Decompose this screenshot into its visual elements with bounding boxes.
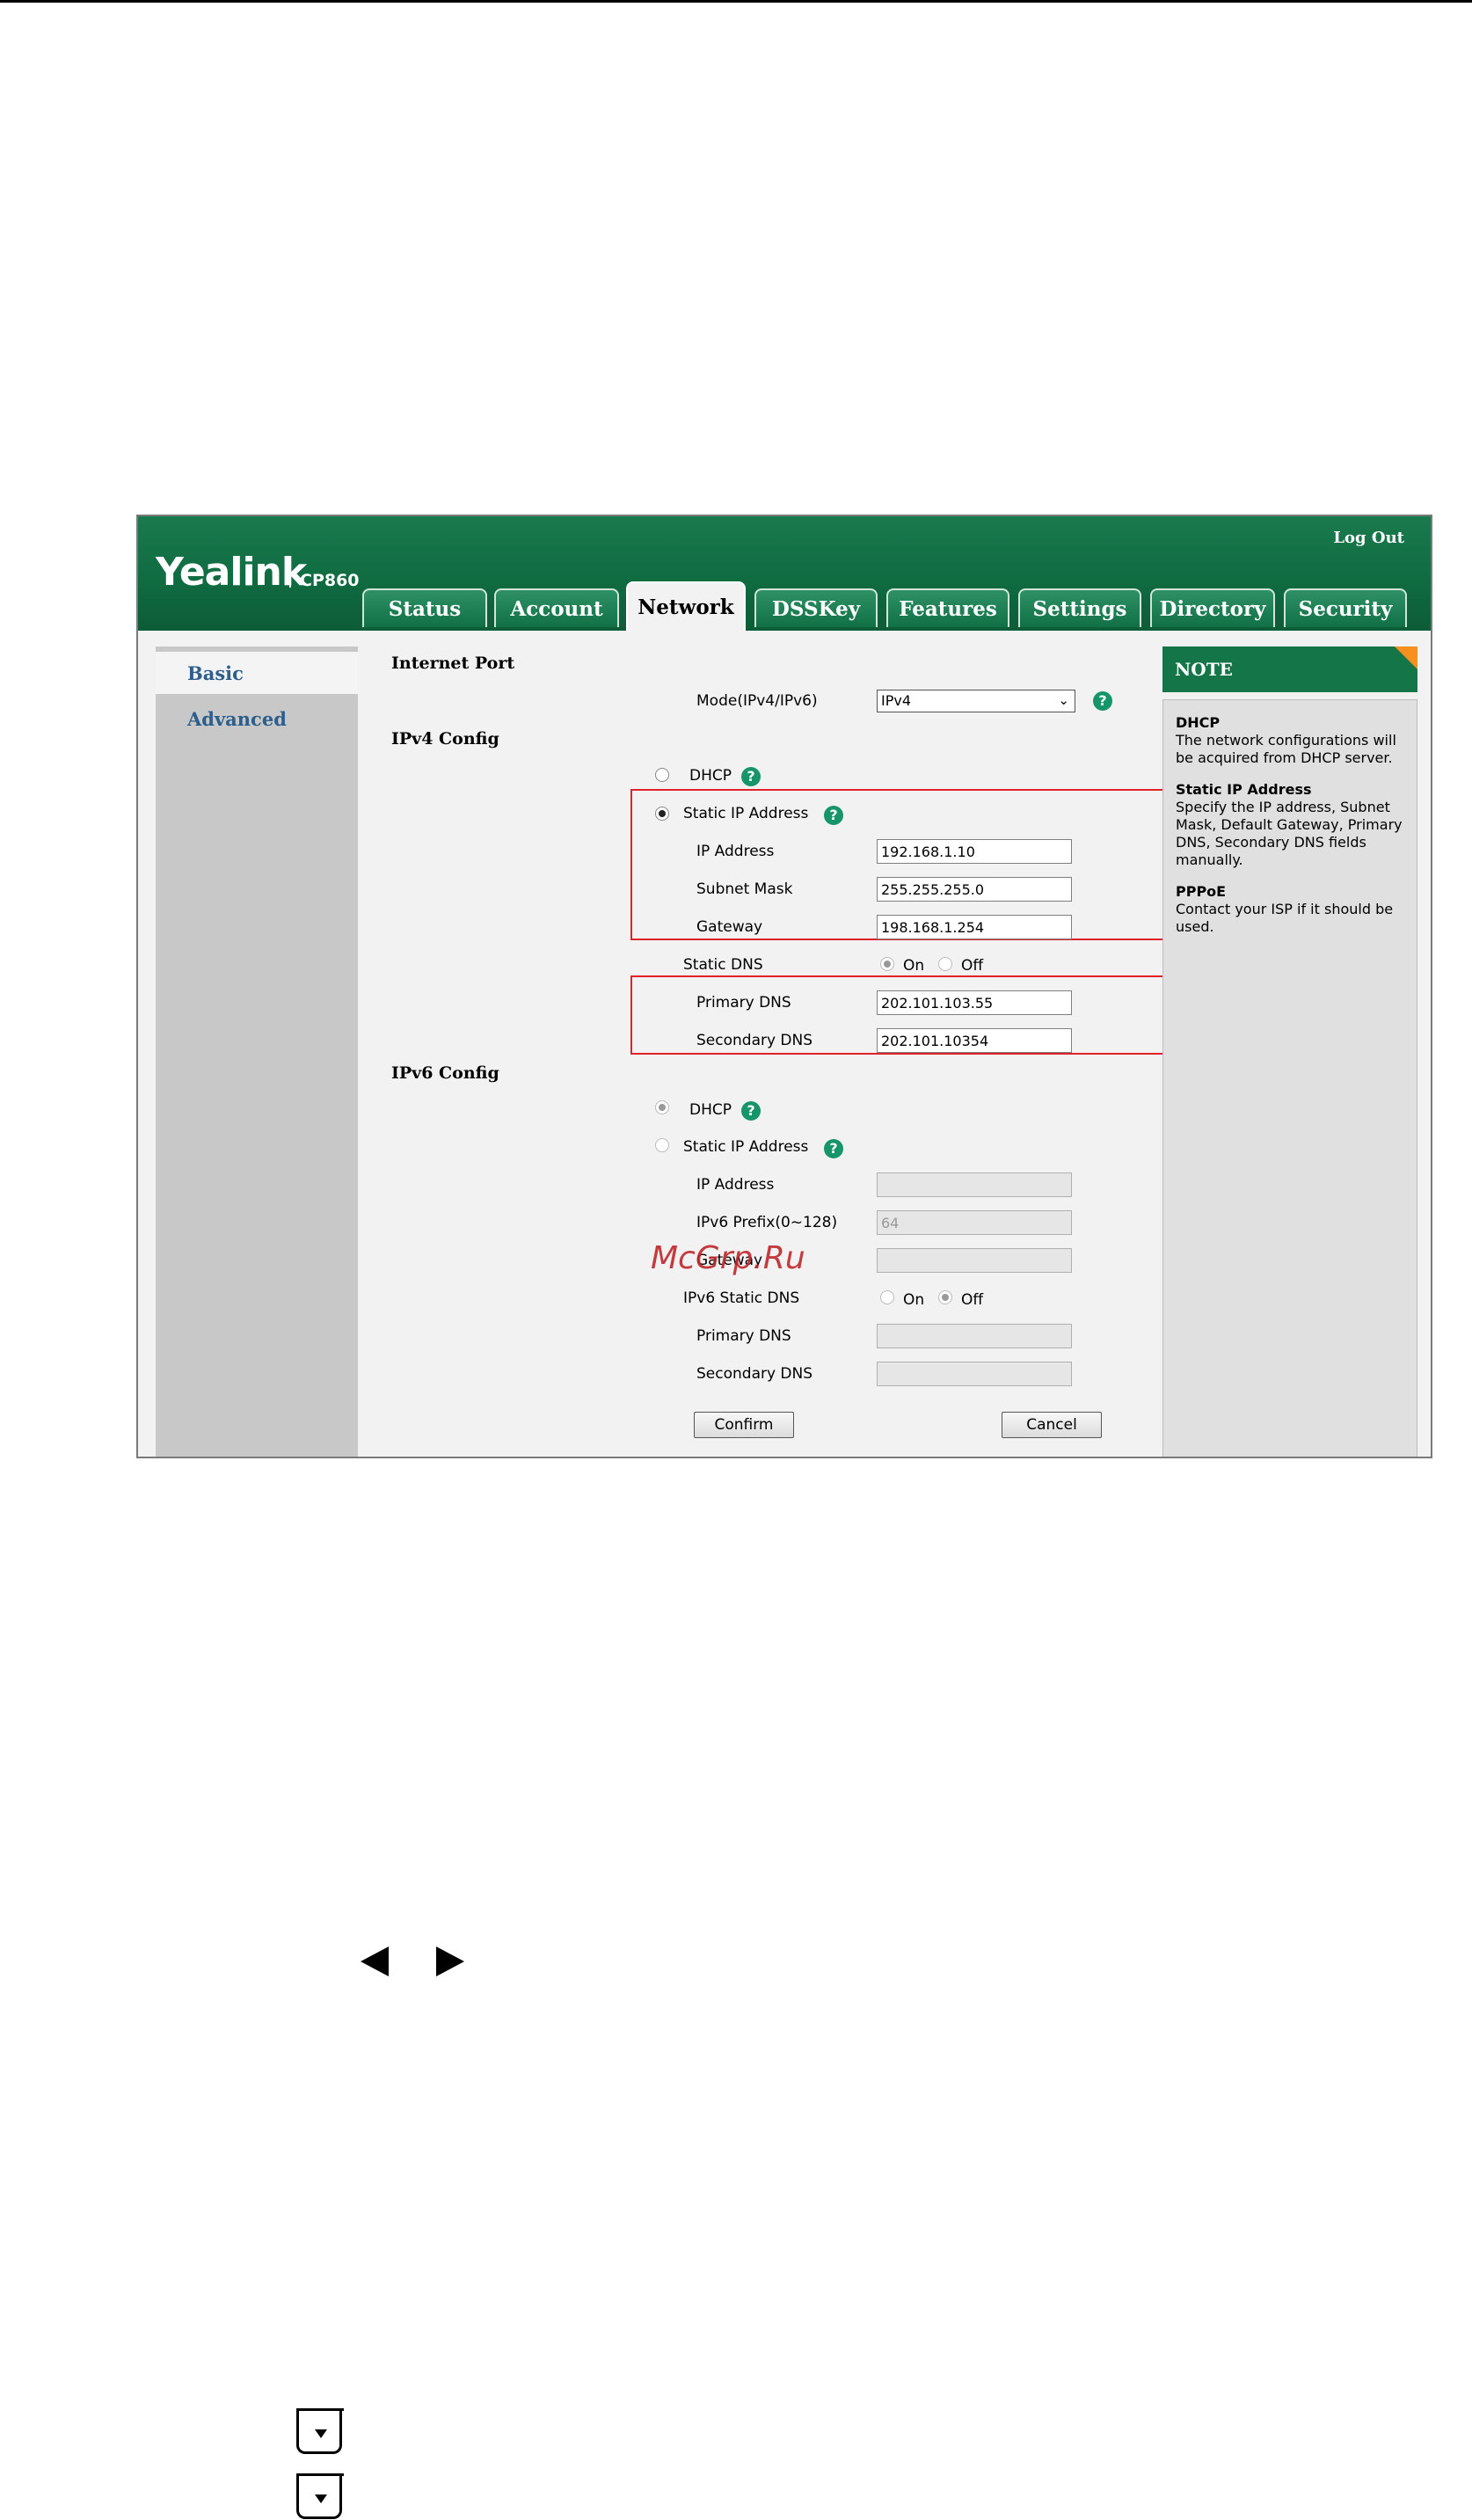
- ipv6-static-ip-label: Static IP Address: [683, 1138, 809, 1156]
- left-nav: Basic Advanced: [156, 646, 358, 1457]
- down-key-icon: [296, 2408, 344, 2454]
- note-item-static-ip: Static IP Address Specify the IP address…: [1176, 781, 1404, 869]
- ipv6-gateway-input[interactable]: [877, 1248, 1072, 1273]
- ipv6-static-dns-off-label: Off: [961, 1291, 984, 1309]
- ipv6-config-heading: IPv6 Config: [391, 1063, 499, 1083]
- help-icon[interactable]: ?: [1093, 691, 1112, 711]
- help-icon[interactable]: ?: [824, 806, 843, 825]
- nav-item-advanced[interactable]: Advanced: [156, 698, 358, 740]
- yealink-web-ui-screenshot: Yealink CP860 Log Out Status Account Net…: [136, 515, 1432, 1458]
- internet-port-heading: Internet Port: [391, 654, 515, 673]
- logo-separator: [289, 556, 291, 588]
- tab-dsskey[interactable]: DSSKey: [754, 588, 878, 627]
- ipv6-secondary-dns-input[interactable]: [877, 1362, 1072, 1386]
- ipv6-static-dns-on-label: On: [903, 1291, 925, 1309]
- note-item-title: PPPoE: [1176, 883, 1227, 900]
- tab-security[interactable]: Security: [1284, 588, 1407, 627]
- static-dns-on-radio[interactable]: [880, 957, 894, 971]
- nav-item-basic[interactable]: Basic: [156, 652, 358, 694]
- arrow-left-icon: [361, 1947, 389, 1976]
- subnet-mask-label: Subnet Mask: [696, 880, 793, 898]
- ipv4-ip-label: IP Address: [696, 843, 775, 860]
- ipv6-static-dns-off-radio[interactable]: [938, 1290, 952, 1304]
- top-rule: [0, 0, 1472, 3]
- note-item-dhcp: DHCP The network configurations will be …: [1176, 714, 1404, 767]
- ipv4-dhcp-label: DHCP: [689, 767, 732, 785]
- mode-select-value: IPv4: [881, 692, 912, 709]
- ipv6-dhcp-radio[interactable]: [655, 1100, 669, 1114]
- ipv6-ip-input[interactable]: [877, 1172, 1072, 1197]
- ipv6-primary-dns-input[interactable]: [877, 1324, 1072, 1348]
- ipv6-prefix-input[interactable]: [877, 1210, 1072, 1235]
- ipv4-static-ip-label: Static IP Address: [683, 805, 809, 822]
- ipv6-dhcp-label: DHCP: [689, 1101, 732, 1119]
- note-item-pppoe: PPPoE Contact your ISP if it should be u…: [1176, 883, 1404, 936]
- tab-settings[interactable]: Settings: [1018, 588, 1141, 627]
- tab-features[interactable]: Features: [886, 588, 1009, 627]
- mode-select[interactable]: IPv4 ⌄: [877, 690, 1075, 712]
- static-dns-off-radio[interactable]: [938, 957, 952, 971]
- note-body: DHCP The network configurations will be …: [1162, 699, 1417, 1457]
- secondary-dns-label: Secondary DNS: [696, 1032, 813, 1049]
- static-dns-on-label: On: [903, 957, 925, 975]
- primary-dns-input[interactable]: [877, 990, 1072, 1015]
- note-item-title: Static IP Address: [1176, 781, 1312, 798]
- yealink-logo: Yealink: [156, 550, 307, 595]
- ipv4-static-ip-radio[interactable]: [655, 807, 669, 821]
- help-icon[interactable]: ?: [741, 767, 761, 786]
- tab-network[interactable]: Network: [626, 581, 746, 631]
- gateway-input[interactable]: [877, 915, 1072, 939]
- help-icon[interactable]: ?: [741, 1101, 761, 1121]
- static-dns-label: Static DNS: [683, 956, 763, 974]
- note-title: NOTE: [1162, 646, 1417, 692]
- tab-account[interactable]: Account: [494, 588, 619, 627]
- arrow-right-icon: [436, 1947, 464, 1976]
- note-item-text: Specify the IP address, Subnet Mask, Def…: [1176, 799, 1403, 868]
- chevron-down-icon: ⌄: [1058, 692, 1069, 708]
- ipv4-dhcp-radio[interactable]: [655, 768, 669, 782]
- confirm-button[interactable]: Confirm: [694, 1412, 794, 1438]
- ipv6-secondary-dns-label: Secondary DNS: [696, 1365, 813, 1383]
- note-item-title: DHCP: [1176, 714, 1221, 731]
- secondary-dns-input[interactable]: [877, 1028, 1072, 1053]
- down-key-icon: [296, 2473, 344, 2519]
- tab-status[interactable]: Status: [362, 588, 487, 627]
- ipv6-static-ip-radio[interactable]: [655, 1138, 669, 1152]
- ipv4-ip-input[interactable]: [877, 839, 1072, 864]
- ipv6-prefix-label: IPv6 Prefix(0~128): [696, 1214, 838, 1231]
- tab-directory[interactable]: Directory: [1150, 588, 1275, 627]
- help-icon[interactable]: ?: [824, 1139, 843, 1158]
- note-panel: NOTE DHCP The network configurations wil…: [1162, 646, 1417, 1457]
- logout-link[interactable]: Log Out: [1333, 529, 1404, 547]
- ipv4-config-heading: IPv4 Config: [391, 729, 499, 749]
- ipv6-static-dns-on-radio[interactable]: [880, 1290, 894, 1304]
- subnet-mask-input[interactable]: [877, 877, 1072, 902]
- mode-label: Mode(IPv4/IPv6): [696, 692, 818, 710]
- ipv6-primary-dns-label: Primary DNS: [696, 1327, 791, 1345]
- watermark: McGrp.Ru: [651, 1240, 805, 1276]
- ipv6-ip-label: IP Address: [696, 1176, 775, 1194]
- header-bar: Yealink CP860 Log Out Status Account Net…: [138, 516, 1431, 631]
- network-basic-form: Internet Port Mode(IPv4/IPv6) IPv4 ⌄ ? I…: [367, 646, 1225, 1457]
- model-label: CP860: [300, 571, 360, 590]
- note-item-text: The network configurations will be acqui…: [1176, 732, 1396, 766]
- note-corner-flag: [1395, 646, 1417, 669]
- static-dns-off-label: Off: [961, 957, 984, 975]
- gateway-label: Gateway: [696, 918, 763, 936]
- primary-dns-label: Primary DNS: [696, 994, 791, 1012]
- note-item-text: Contact your ISP if it should be used.: [1176, 901, 1394, 935]
- ipv6-static-dns-label: IPv6 Static DNS: [683, 1289, 800, 1307]
- cancel-button[interactable]: Cancel: [1002, 1412, 1102, 1438]
